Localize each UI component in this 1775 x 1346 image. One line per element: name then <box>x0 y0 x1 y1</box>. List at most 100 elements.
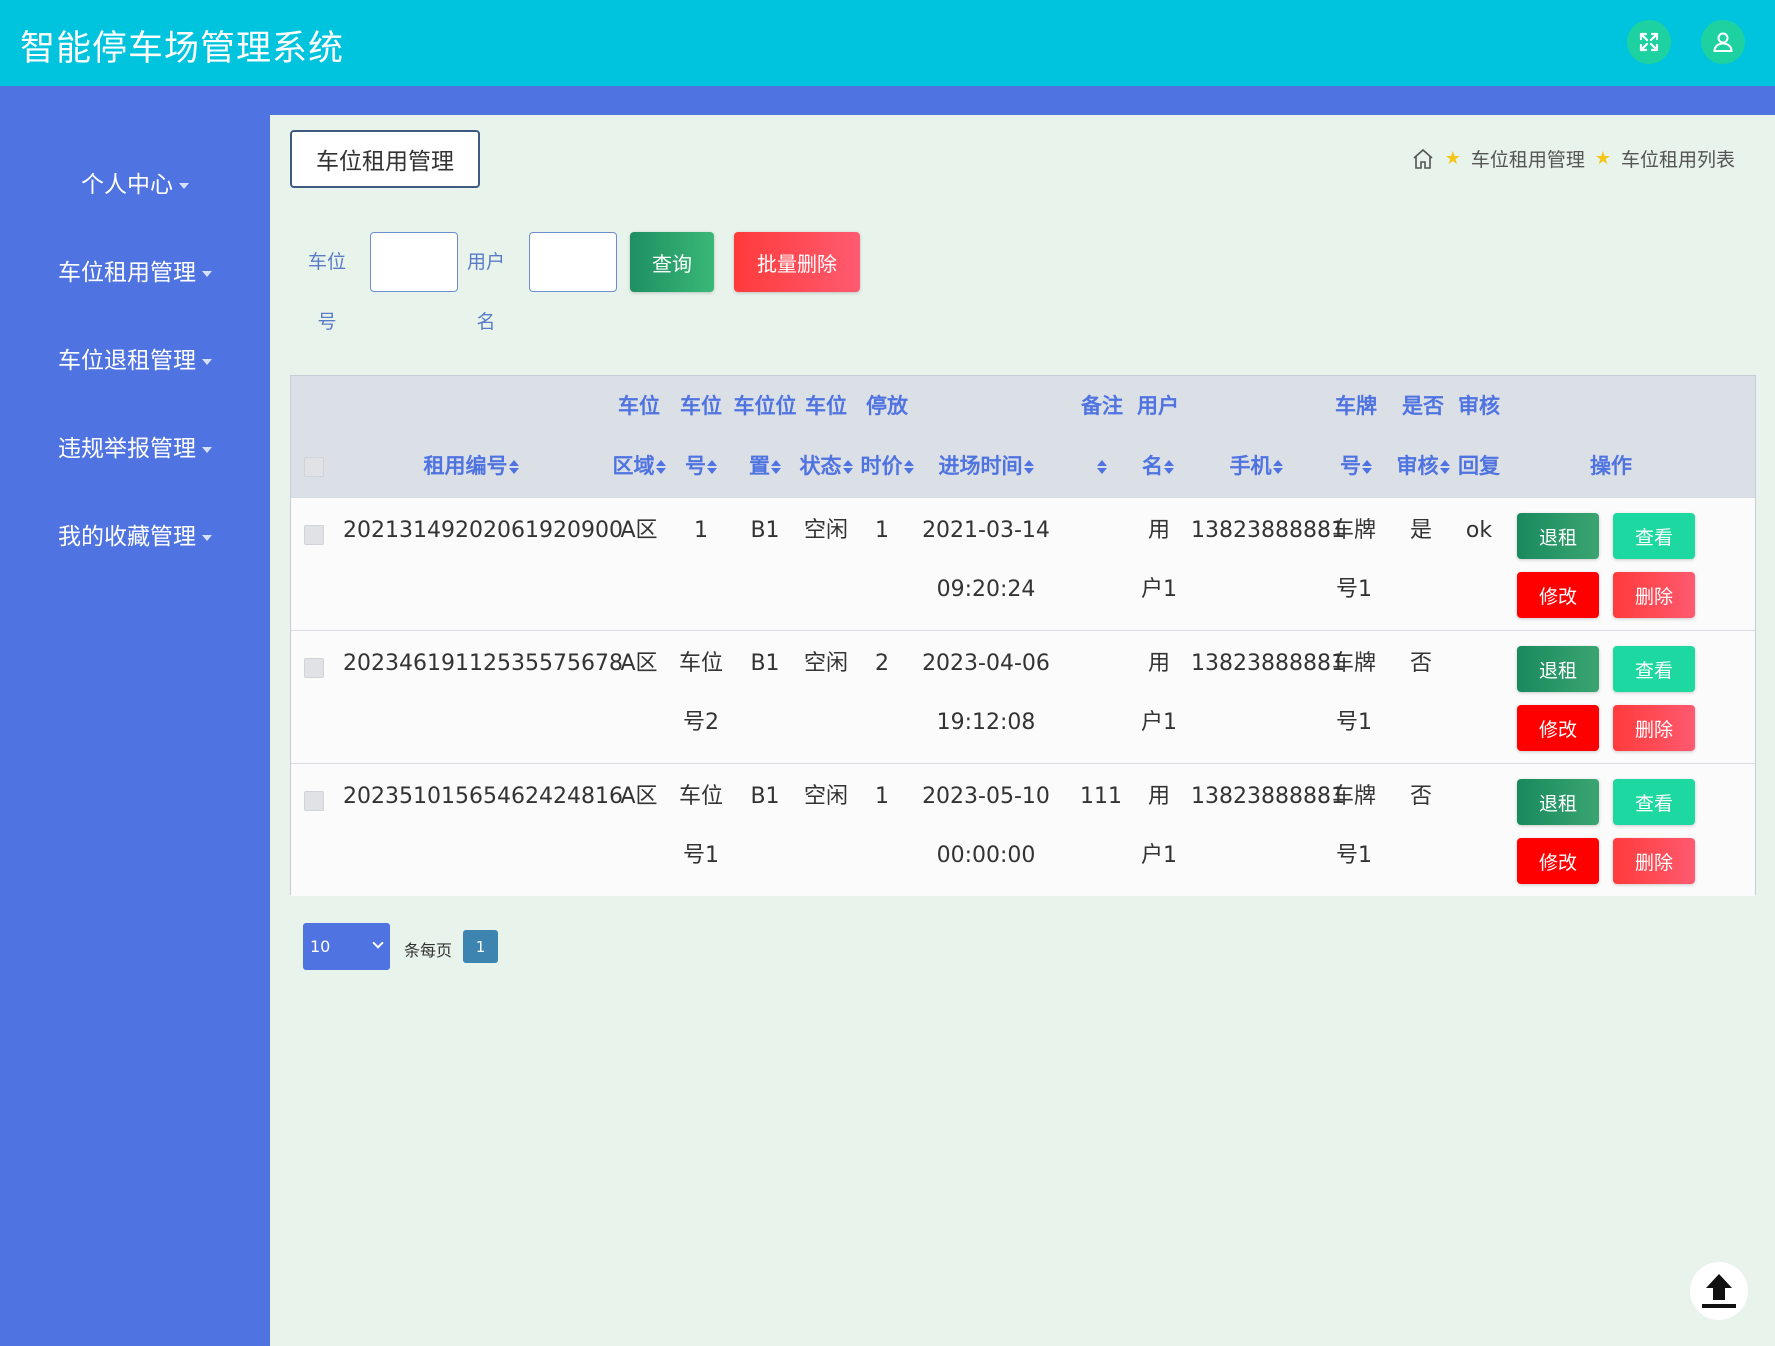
cell-status: 空闲 <box>803 784 848 809</box>
caret-down-icon <box>202 358 212 365</box>
sidebar-item-personal-center[interactable]: 个人中心 <box>0 165 270 199</box>
tuizu-button[interactable]: 退租 <box>1517 513 1599 559</box>
tuizu-button[interactable]: 退租 <box>1517 646 1599 692</box>
table-row: 20235101565462424816 A区 车位 号1 B1 空闲 1 20… <box>291 763 1755 896</box>
delete-button[interactable]: 删除 <box>1613 838 1695 884</box>
delete-button[interactable]: 删除 <box>1613 572 1695 618</box>
edit-button[interactable]: 修改 <box>1517 572 1599 618</box>
delete-button[interactable]: 删除 <box>1613 705 1695 751</box>
th-position[interactable]: 置 <box>733 436 797 496</box>
th-audited[interactable]: 审核 <box>1391 436 1455 496</box>
view-button[interactable]: 查看 <box>1613 513 1695 559</box>
username-input[interactable] <box>529 232 617 292</box>
spot-no-input[interactable] <box>370 232 458 292</box>
th-rent-no[interactable]: 租用编号 <box>421 436 521 496</box>
cell-rent-no: 20234619112535575678 <box>343 651 623 676</box>
th-status[interactable]: 状态 <box>796 436 856 496</box>
breadcrumb-item[interactable]: 车位租用管理 <box>1471 145 1585 172</box>
cell-spot-no: 车位 <box>678 651 723 676</box>
th-audited-1: 是否 <box>1402 394 1444 418</box>
cell-entry-clock: 09:20:24 <box>936 577 1036 602</box>
username-label: 用户 <box>466 251 505 273</box>
th-entry-time[interactable]: 进场时间 <box>931 436 1041 496</box>
cell-plate-cont: 号1 <box>1336 577 1372 602</box>
sidebar-item-return-management[interactable]: 车位退租管理 <box>0 341 270 375</box>
cell-username: 用 <box>1147 784 1170 809</box>
batch-delete-button[interactable]: 批量删除 <box>734 232 860 292</box>
cell-username-cont: 户1 <box>1141 843 1177 868</box>
row-checkbox[interactable] <box>304 525 324 545</box>
row-checkbox[interactable] <box>304 658 324 678</box>
sidebar-item-violation-report[interactable]: 违规举报管理 <box>0 429 270 463</box>
app-title: 智能停车场管理系统 <box>20 29 345 69</box>
cell-username: 用 <box>1147 651 1170 676</box>
th-price-1: 停放 <box>866 394 908 418</box>
sort-icon <box>1362 460 1372 474</box>
fullscreen-icon[interactable] <box>1627 20 1671 64</box>
back-to-top-icon[interactable] <box>1690 1262 1748 1320</box>
cell-status: 空闲 <box>803 651 848 676</box>
edit-button[interactable]: 修改 <box>1517 705 1599 751</box>
cell-entry-date: 2021-03-14 <box>922 518 1050 543</box>
th-phone[interactable]: 手机 <box>1216 436 1296 496</box>
row-checkbox[interactable] <box>304 791 324 811</box>
page-number-button[interactable]: 1 <box>463 930 498 963</box>
cell-plate: 车牌 <box>1331 518 1376 543</box>
page-size-select[interactable]: 10 <box>303 923 390 970</box>
sort-icon <box>655 460 666 474</box>
data-table: 租用编号 车位 区域 车位 号 车位位 置 车位 状态 停放 时价 进场时间 备… <box>290 375 1756 896</box>
cell-phone: 13823888881 <box>1191 784 1345 809</box>
th-remark-1: 备注 <box>1081 394 1123 418</box>
breadcrumb: ★ 车位租用管理 ★ 车位租用列表 <box>1411 145 1735 172</box>
top-bar: 智能停车场管理系统 <box>0 0 1775 86</box>
th-username-1: 用户 <box>1137 394 1179 418</box>
sort-icon <box>707 460 717 474</box>
th-username[interactable]: 名 <box>1133 436 1183 496</box>
sort-icon <box>1023 460 1034 474</box>
spot-no-label: 车位 <box>307 251 346 273</box>
cell-position: B1 <box>750 518 780 543</box>
cell-audited: 否 <box>1409 784 1432 809</box>
cell-audited: 否 <box>1409 651 1432 676</box>
query-button[interactable]: 查询 <box>630 232 714 292</box>
cell-entry-date: 2023-05-10 <box>922 784 1050 809</box>
cell-phone: 13823888881 <box>1191 651 1345 676</box>
cell-plate-cont: 号1 <box>1336 710 1372 735</box>
tuizu-button[interactable]: 退租 <box>1517 779 1599 825</box>
table-header: 租用编号 车位 区域 车位 号 车位位 置 车位 状态 停放 时价 进场时间 备… <box>291 376 1755 497</box>
sidebar: 个人中心 车位租用管理 车位退租管理 违规举报管理 我的收藏管理 <box>0 115 270 1346</box>
user-icon[interactable] <box>1701 20 1745 64</box>
view-button[interactable]: 查看 <box>1613 646 1695 692</box>
cell-username-cont: 户1 <box>1141 577 1177 602</box>
edit-button[interactable]: 修改 <box>1517 838 1599 884</box>
th-spot-no[interactable]: 号 <box>671 436 731 496</box>
th-audit-reply-1: 审核 <box>1458 394 1500 418</box>
cell-audited: 是 <box>1409 518 1432 543</box>
table-row: 20234619112535575678 A区 车位 号2 B1 空闲 2 20… <box>291 630 1755 763</box>
per-page-label: 条每页 <box>404 941 453 960</box>
home-icon[interactable] <box>1411 147 1435 171</box>
sort-icon <box>842 460 853 474</box>
cell-username: 用 <box>1147 518 1170 543</box>
sort-icon <box>903 460 914 474</box>
th-remark[interactable] <box>1081 436 1121 496</box>
th-area[interactable]: 区域 <box>609 436 669 496</box>
cell-position: B1 <box>750 784 780 809</box>
cell-area: A区 <box>620 784 658 809</box>
main-content: 车位租用管理 ★ 车位租用管理 ★ 车位租用列表 车位 号 用户 名 查询 批量… <box>270 115 1775 1346</box>
cell-plate-cont: 号1 <box>1336 843 1372 868</box>
sort-icon <box>1164 460 1174 474</box>
sidebar-item-favorites[interactable]: 我的收藏管理 <box>0 517 270 551</box>
cell-spot-no: 1 <box>694 518 708 543</box>
view-button[interactable]: 查看 <box>1613 779 1695 825</box>
sidebar-item-rent-management[interactable]: 车位租用管理 <box>0 253 270 287</box>
cell-entry-date: 2023-04-06 <box>922 651 1050 676</box>
cell-audit-reply: ok <box>1465 518 1493 543</box>
sort-icon <box>1439 460 1450 474</box>
th-price[interactable]: 时价 <box>857 436 917 496</box>
cell-spot-no-cont: 号1 <box>683 843 719 868</box>
select-all-checkbox[interactable] <box>304 457 324 477</box>
star-icon: ★ <box>1444 148 1461 169</box>
th-plate[interactable]: 号 <box>1331 436 1381 496</box>
cell-position: B1 <box>750 651 780 676</box>
